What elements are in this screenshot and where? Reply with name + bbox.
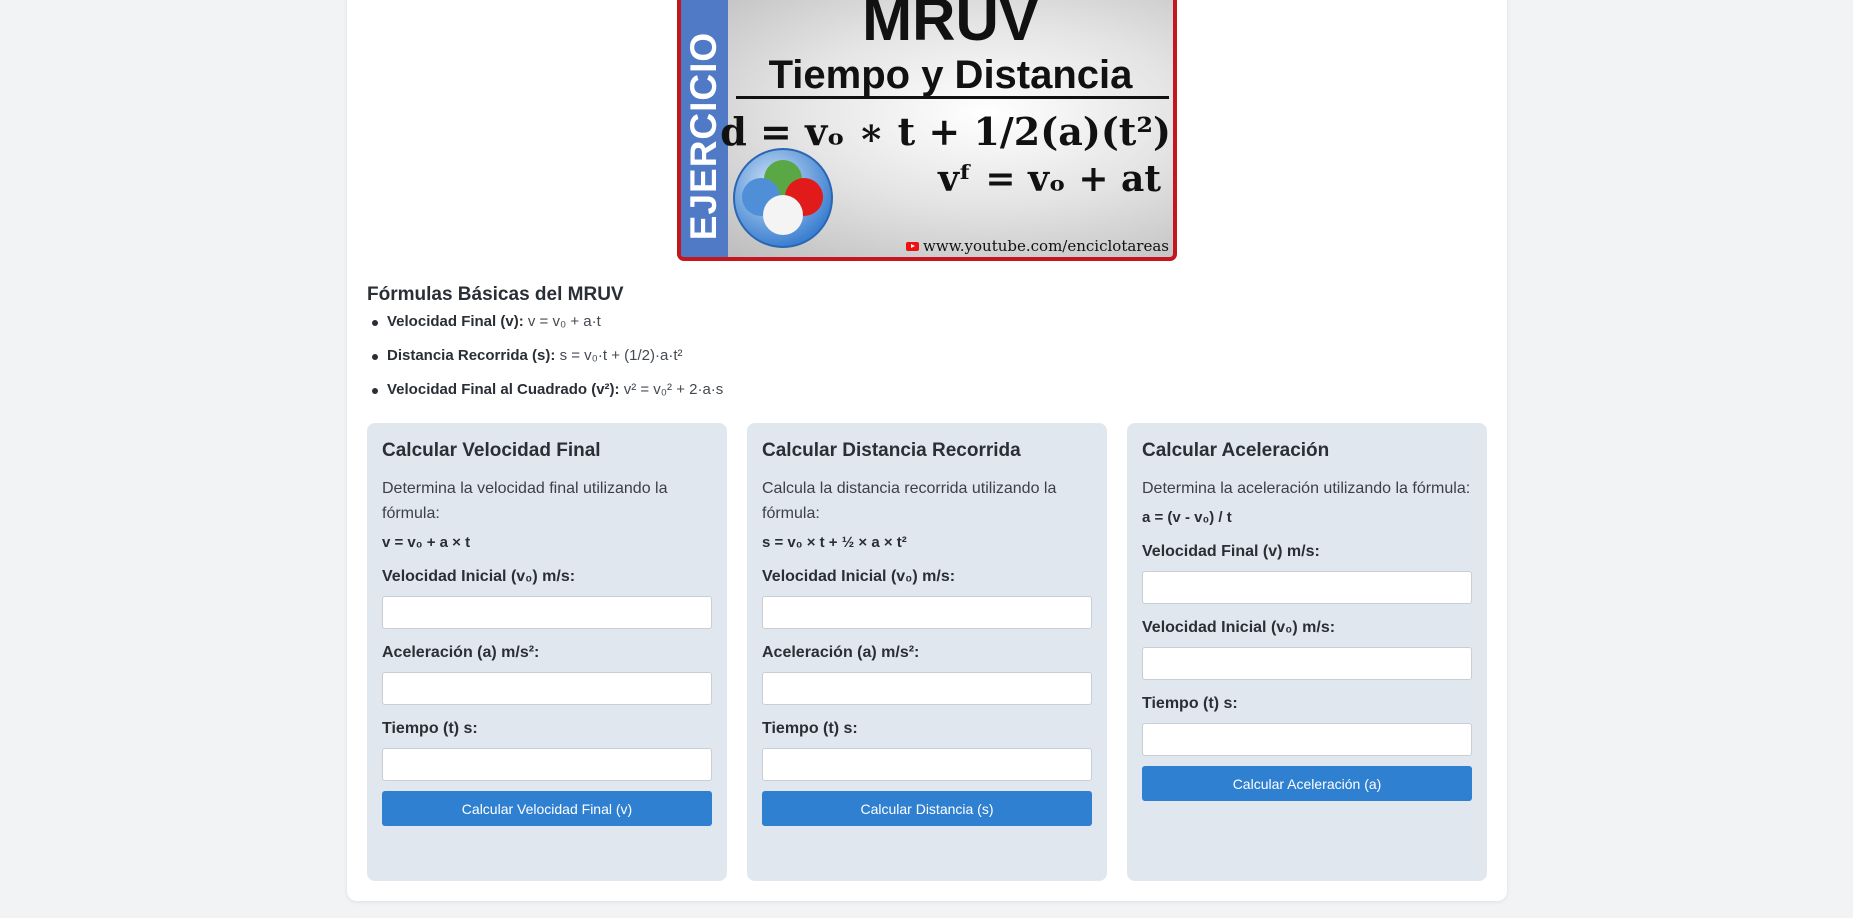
calculate-distance-button[interactable]: Calcular Distancia (s) <box>762 791 1092 826</box>
acceleration-final-velocity-input[interactable] <box>1142 571 1472 604</box>
initial-velocity-label: Velocidad Inicial (v₀) m/s: <box>762 568 956 585</box>
formula-item-velocity-squared: Velocidad Final al Cuadrado (v²): v² = v… <box>369 380 723 414</box>
distance-calculator-description: Calcula la distancia recorrida utilizand… <box>762 480 1057 522</box>
time-label: Tiempo (t) s: <box>1142 695 1238 712</box>
velocity-initial-velocity-input[interactable] <box>382 596 712 629</box>
banner-url: www.youtube.com/enciclotareas <box>906 237 1169 255</box>
velocity-acceleration-input[interactable] <box>382 672 712 705</box>
velocity-calculator-formula: v = v₀ + a × t <box>382 534 471 551</box>
enciclotareas-logo-icon <box>733 148 833 248</box>
formula-list: Velocidad Final (v): v = v₀ + a·t Distan… <box>369 312 723 414</box>
initial-velocity-label: Velocidad Inicial (v₀) m/s: <box>382 568 576 585</box>
velocity-calculator-description: Determina la velocidad final utilizando … <box>382 480 668 522</box>
distance-calculator-card: Calcular Distancia Recorrida Calcula la … <box>747 423 1107 881</box>
acceleration-initial-velocity-input[interactable] <box>1142 647 1472 680</box>
formulas-heading: Fórmulas Básicas del MRUV <box>367 284 624 305</box>
formula-item-final-velocity: Velocidad Final (v): v = v₀ + a·t <box>369 312 723 346</box>
distance-calculator-formula: s = v₀ × t + ½ × a × t² <box>762 534 907 551</box>
acceleration-label: Aceleración (a) m/s²: <box>382 644 540 661</box>
acceleration-time-input[interactable] <box>1142 723 1472 756</box>
formula-label: Distancia Recorrida (s): <box>387 347 556 364</box>
acceleration-calculator-description: Determina la aceleración utilizando la f… <box>1142 480 1471 497</box>
velocity-time-input[interactable] <box>382 748 712 781</box>
formula-label: Velocidad Final al Cuadrado (v²): <box>387 381 620 398</box>
banner-side-text: EJERCICIO <box>683 31 724 241</box>
banner-underline <box>736 96 1169 99</box>
time-label: Tiempo (t) s: <box>382 720 478 737</box>
initial-velocity-label: Velocidad Inicial (v₀) m/s: <box>1142 619 1336 636</box>
calculate-final-velocity-button[interactable]: Calcular Velocidad Final (v) <box>382 791 712 826</box>
acceleration-calculator-card: Calcular Aceleración Determina la aceler… <box>1127 423 1487 881</box>
acceleration-calculator-title: Calcular Aceleración <box>1142 440 1330 461</box>
formula-expression: v² = v₀² + 2·a·s <box>623 381 724 398</box>
banner-velocity-formula: vᶠ = vₒ + at <box>938 158 1161 200</box>
formula-item-distance: Distancia Recorrida (s): s = v₀·t + (1/2… <box>369 346 723 380</box>
final-velocity-label: Velocidad Final (v) m/s: <box>1142 543 1320 560</box>
distance-time-input[interactable] <box>762 748 1092 781</box>
velocity-calculator-card: Calcular Velocidad Final Determina la ve… <box>367 423 727 881</box>
distance-calculator-title: Calcular Distancia Recorrida <box>762 440 1021 461</box>
banner-subtitle: Tiempo y Distancia <box>768 53 1133 97</box>
formula-label: Velocidad Final (v): <box>387 313 524 330</box>
acceleration-label: Aceleración (a) m/s²: <box>762 644 920 661</box>
velocity-calculator-title: Calcular Velocidad Final <box>382 440 601 461</box>
acceleration-calculator-formula: a = (v - v₀) / t <box>1142 509 1232 526</box>
mruv-banner-image: EJERCICIO MRUV Tiempo y Distancia d = vₒ… <box>677 0 1177 261</box>
calculate-acceleration-button[interactable]: Calcular Aceleración (a) <box>1142 766 1472 801</box>
distance-initial-velocity-input[interactable] <box>762 596 1092 629</box>
youtube-icon <box>906 241 920 251</box>
banner-url-text: www.youtube.com/enciclotareas <box>923 237 1169 255</box>
distance-acceleration-input[interactable] <box>762 672 1092 705</box>
formula-expression: v = v₀ + a·t <box>527 313 601 330</box>
formula-expression: s = v₀·t + (1/2)·a·t² <box>559 347 683 364</box>
banner-title: MRUV <box>862 0 1039 53</box>
time-label: Tiempo (t) s: <box>762 720 858 737</box>
